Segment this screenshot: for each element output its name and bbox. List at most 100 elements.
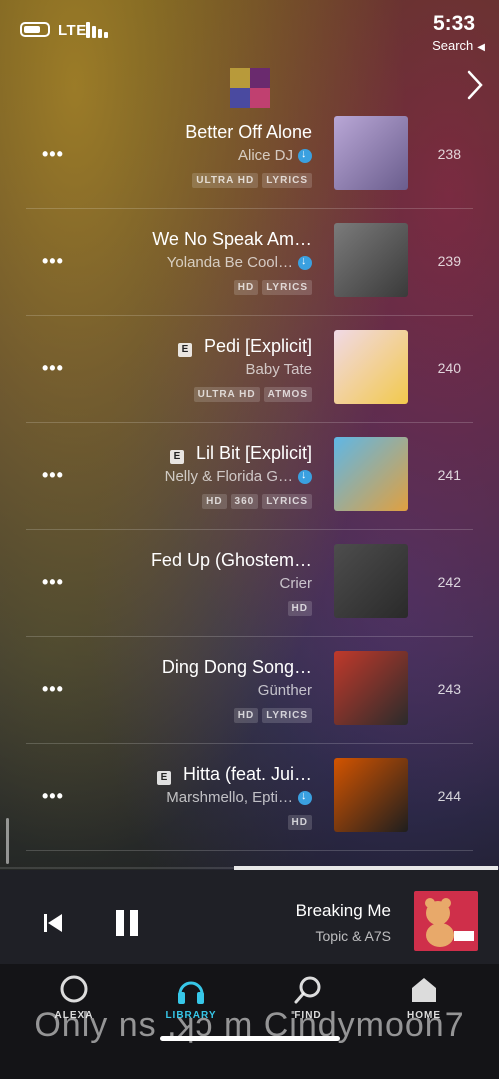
more-options-button[interactable]: ••• (42, 358, 64, 379)
chart-rank: 241 (437, 467, 461, 483)
track-row[interactable]: ••• E Pedi [Explicit] Baby Tate ULTRA HD A… (0, 316, 499, 423)
back-link-label: Search (432, 38, 474, 53)
album-artwork[interactable] (334, 437, 408, 511)
network-label: LTE (58, 22, 87, 39)
album-artwork[interactable] (334, 758, 408, 832)
track-artist-text: Yolanda Be Cool… (166, 254, 293, 271)
quality-badge: HD (233, 280, 259, 295)
playback-progress[interactable] (234, 866, 498, 870)
more-options-button[interactable]: ••• (42, 465, 64, 486)
headphones-icon (178, 981, 204, 1004)
badge-group: HD 360 LYRICS (202, 494, 312, 509)
now-playing-artwork[interactable] (414, 891, 478, 951)
chart-rank: 240 (437, 360, 461, 376)
badge-group: HD LYRICS (233, 708, 312, 723)
downloaded-icon (298, 790, 312, 805)
quality-badge: HD (287, 815, 312, 830)
more-options-button[interactable]: ••• (42, 679, 64, 700)
track-title-text: Hitta (feat. Jui… (182, 764, 312, 784)
explicit-badge: E (177, 343, 192, 357)
track-title-text: We No Speak Am… (152, 229, 312, 249)
quality-badge: LYRICS (262, 173, 312, 188)
track-artist-text: Crier (279, 575, 313, 592)
search-icon (294, 976, 321, 1004)
track-artist-text: Nelly & Florida G… (164, 468, 293, 485)
album-artwork[interactable] (334, 544, 408, 618)
home-indicator[interactable] (160, 1036, 340, 1041)
now-playing-bar[interactable]: Breaking Me Topic & A7S (0, 870, 499, 964)
track-title: Fed Up (Ghostem… (151, 550, 312, 571)
track-artist-text: Marshmello, Epti… (166, 789, 293, 806)
track-artist: Yolanda Be Cool… (167, 254, 312, 271)
more-options-button[interactable]: ••• (42, 144, 64, 165)
track-artist-text: Günther (257, 682, 312, 699)
row-divider (26, 850, 473, 851)
track-row[interactable]: ••• Better Off Alone Alice DJ ULTRA HDLY… (0, 116, 499, 209)
track-list: ••• Better Off Alone Alice DJ ULTRA HD LY… (0, 116, 499, 856)
playlist-cover-collage[interactable] (230, 68, 270, 108)
track-row[interactable]: ••• E Lil Bit [Explicit] Nelly & Florida … (0, 423, 499, 530)
badge-group: HD LYRICS (233, 280, 312, 295)
back-triangle-icon: ◀ (477, 42, 485, 53)
quality-badge: LYRICS (262, 494, 312, 509)
status-bar: LTE 5:33 Search ◀ (0, 0, 499, 62)
track-artist: Günther (258, 682, 312, 699)
track-title: Ding Dong Song… (162, 657, 312, 678)
quality-badge: HD (233, 708, 259, 723)
badge-group: HD (287, 815, 312, 830)
quality-badge: ATMOS (263, 387, 312, 402)
now-playing-artist: Topic & A7S (315, 928, 392, 944)
downloaded-icon (298, 469, 312, 484)
track-title-text: Ding Dong Song… (161, 657, 312, 677)
more-options-button[interactable]: ••• (42, 572, 64, 593)
more-options-button[interactable]: ••• (42, 786, 64, 807)
track-title: E Lil Bit [Explicit] (169, 443, 312, 464)
track-row[interactable]: ••• Fed Up (Ghostem… Crier HD 242 (0, 530, 499, 637)
track-title-text: Pedi [Explicit] (203, 336, 312, 356)
album-artwork[interactable] (334, 223, 408, 297)
signal-icon (86, 22, 110, 38)
previous-track-button[interactable] (42, 912, 64, 934)
track-title-text: Better Off Alone (185, 122, 312, 142)
chart-rank: 243 (437, 681, 461, 697)
downloaded-icon (298, 255, 312, 270)
track-artist: Alice DJ (238, 147, 312, 164)
teddy-bear-artwork-icon (425, 898, 474, 947)
quality-badge: LYRICS (262, 280, 312, 295)
clock: 5:33 (432, 12, 475, 35)
explicit-badge: E (169, 450, 184, 464)
downloaded-icon (298, 148, 312, 163)
quality-badge: 360 (230, 494, 259, 509)
album-artwork[interactable] (334, 651, 408, 725)
pause-button[interactable] (116, 910, 140, 936)
track-artist: Nelly & Florida G… (165, 468, 312, 485)
quality-badge: LYRICS (262, 708, 312, 723)
album-artwork[interactable] (334, 116, 408, 190)
track-row[interactable]: ••• Ding Dong Song… Günther HD LYRICS 243 (0, 637, 499, 744)
quality-badge: ULTRA HD (193, 387, 260, 402)
more-options-button[interactable]: ••• (42, 251, 64, 272)
scroll-indicator[interactable] (6, 818, 9, 864)
track-title-text: Fed Up (Ghostem… (150, 550, 312, 570)
now-playing-title: Breaking Me (295, 901, 391, 920)
skip-back-icon (44, 914, 62, 932)
quality-badge: HD (287, 601, 312, 616)
track-title: E Hitta (feat. Jui… (156, 764, 312, 785)
badge-group: HD (287, 601, 312, 616)
track-row[interactable]: ••• E Hitta (feat. Jui… Marshmello, Epti…… (0, 744, 499, 851)
badge-group: ULTRA HD ATMOS (193, 387, 312, 402)
chart-rank: 242 (437, 574, 461, 590)
track-title-text: Lil Bit [Explicit] (195, 443, 312, 463)
alexa-icon (60, 975, 88, 1003)
track-artist-text: Baby Tate (245, 361, 312, 378)
track-title: E Pedi [Explicit] (177, 336, 312, 357)
chart-rank: 239 (437, 253, 461, 269)
home-icon (412, 978, 436, 1002)
quality-badge: HD (202, 494, 227, 509)
back-to-search-link[interactable]: Search ◀ (432, 38, 485, 53)
album-artwork[interactable] (334, 330, 408, 404)
chart-rank: 238 (437, 146, 461, 162)
track-artist: Baby Tate (246, 361, 312, 378)
chevron-right-icon[interactable] (467, 70, 483, 100)
track-row[interactable]: ••• We No Speak Am… Yolanda Be Cool… HDL… (0, 209, 499, 316)
